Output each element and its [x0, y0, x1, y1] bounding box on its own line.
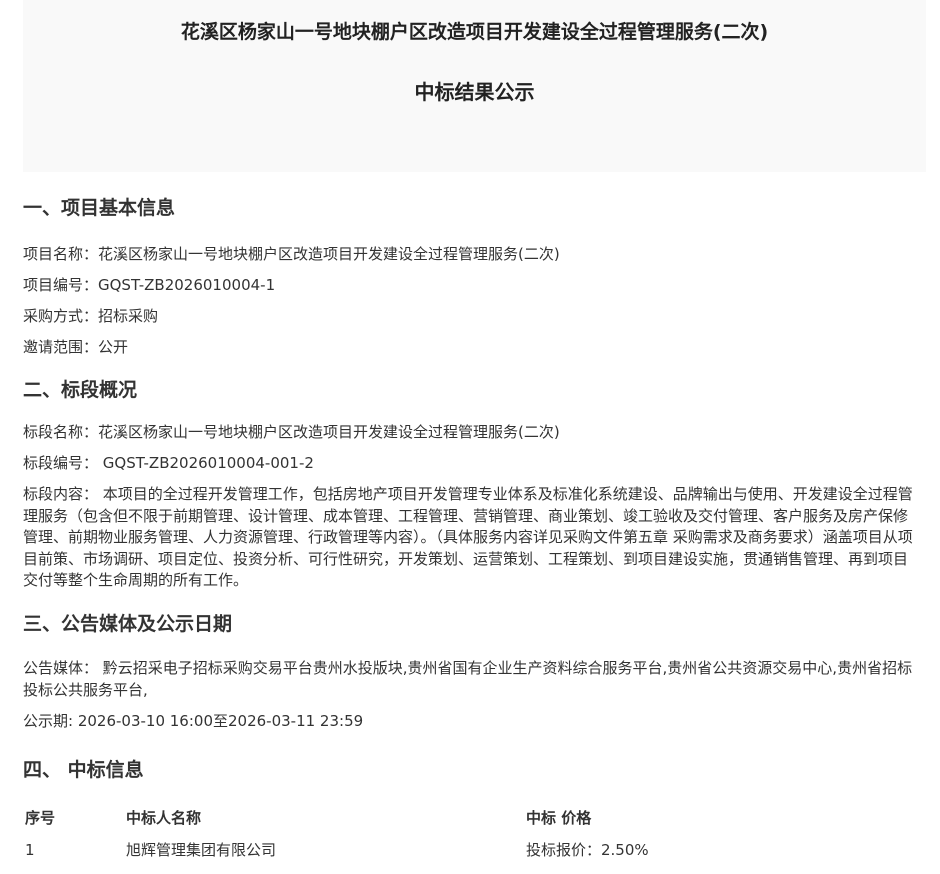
invitation-scope: 邀请范围：公开 [23, 338, 129, 356]
table-cell-winner-name: 旭辉管理集团有限公司 [126, 841, 277, 859]
section-heading-media-dates: 三、公告媒体及公示日期 [23, 613, 233, 635]
section-heading-basic-info: 一、项目基本信息 [23, 197, 176, 219]
bid-result-page: 花溪区杨家山一号地块棚户区改造项目开发建设全过程管理服务(二次) 中标结果公示 … [0, 0, 940, 874]
project-code: 项目编号：GQST-ZB2026010004-1 [23, 276, 276, 294]
publicity-period: 公示期: 2026-03-10 16:00至2026-03-11 23:59 [23, 712, 364, 730]
page-subtitle: 中标结果公示 [414, 80, 535, 104]
table-cell-index: 1 [25, 841, 35, 859]
lot-content: 标段内容： 本项目的全过程开发管理工作，包括房地产项目开发管理专业体系及标准化系… [23, 485, 913, 589]
table-cell-price: 投标报价：2.50% [526, 841, 649, 859]
table-header-index: 序号 [25, 809, 56, 827]
title-block: 花溪区杨家山一号地块棚户区改造项目开发建设全过程管理服务(二次) 中标结果公示 [23, 0, 926, 172]
table-header-price: 中标 价格 [526, 809, 592, 827]
table-header-winner-name: 中标人名称 [126, 809, 202, 827]
lot-name: 标段名称：花溪区杨家山一号地块棚户区改造项目开发建设全过程管理服务(二次) [23, 423, 560, 441]
announcement-media: 公告媒体： 黔云招采电子招标采购交易平台贵州水投版块,贵州省国有企业生产资料综合… [23, 659, 913, 699]
procurement-method: 采购方式：招标采购 [23, 307, 159, 325]
section-heading-lot-overview: 二、标段概况 [23, 379, 138, 401]
project-name: 项目名称：花溪区杨家山一号地块棚户区改造项目开发建设全过程管理服务(二次) [23, 245, 560, 263]
section-heading-winning-bid: 四、 中标信息 [23, 759, 144, 781]
page-title: 花溪区杨家山一号地块棚户区改造项目开发建设全过程管理服务(二次) [180, 21, 769, 43]
lot-code: 标段编号： GQST-ZB2026010004-001-2 [23, 454, 314, 472]
